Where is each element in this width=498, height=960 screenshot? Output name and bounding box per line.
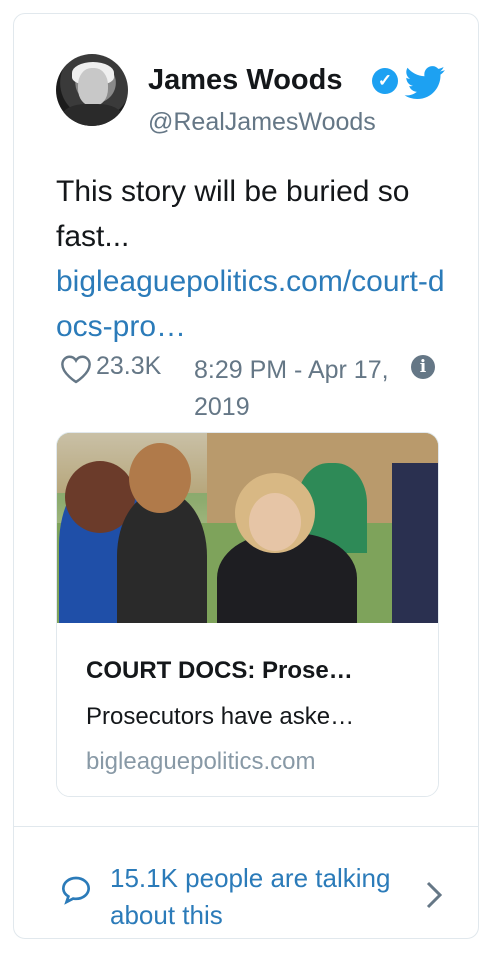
info-icon[interactable]: i <box>411 355 435 379</box>
link-card-domain: bigleaguepolitics.com <box>86 748 316 775</box>
tweet-text: This story will be buried so fast... <box>56 175 410 253</box>
link-preview-card[interactable]: COURT DOCS: Prose… Prosecutors have aske… <box>56 432 439 797</box>
author-name[interactable]: James Woods <box>148 64 342 97</box>
link-card-description: Prosecutors have aske… <box>86 703 355 730</box>
preview-image <box>57 433 438 623</box>
heart-icon[interactable] <box>58 354 94 384</box>
twitter-bird-icon[interactable] <box>403 66 447 100</box>
chevron-right-icon[interactable] <box>424 880 444 910</box>
like-count[interactable]: 23.3K <box>96 352 161 381</box>
tweet-timestamp[interactable]: 8:29 PM - Apr 17, 2019 <box>194 352 394 426</box>
tweet-link[interactable]: bigleaguepolitics.com/court-docs-pro… <box>56 259 456 349</box>
verified-badge-icon: ✓ <box>372 68 398 94</box>
author-handle[interactable]: @RealJamesWoods <box>148 108 376 137</box>
talking-about-link[interactable]: 15.1K people are talking about this <box>110 860 430 934</box>
speech-bubble-icon[interactable] <box>60 874 92 906</box>
avatar[interactable] <box>56 54 128 126</box>
link-card-title: COURT DOCS: Prose… <box>86 657 353 684</box>
divider <box>14 826 478 827</box>
tweet-card: James Woods ✓ @RealJamesWoods This story… <box>13 13 479 939</box>
